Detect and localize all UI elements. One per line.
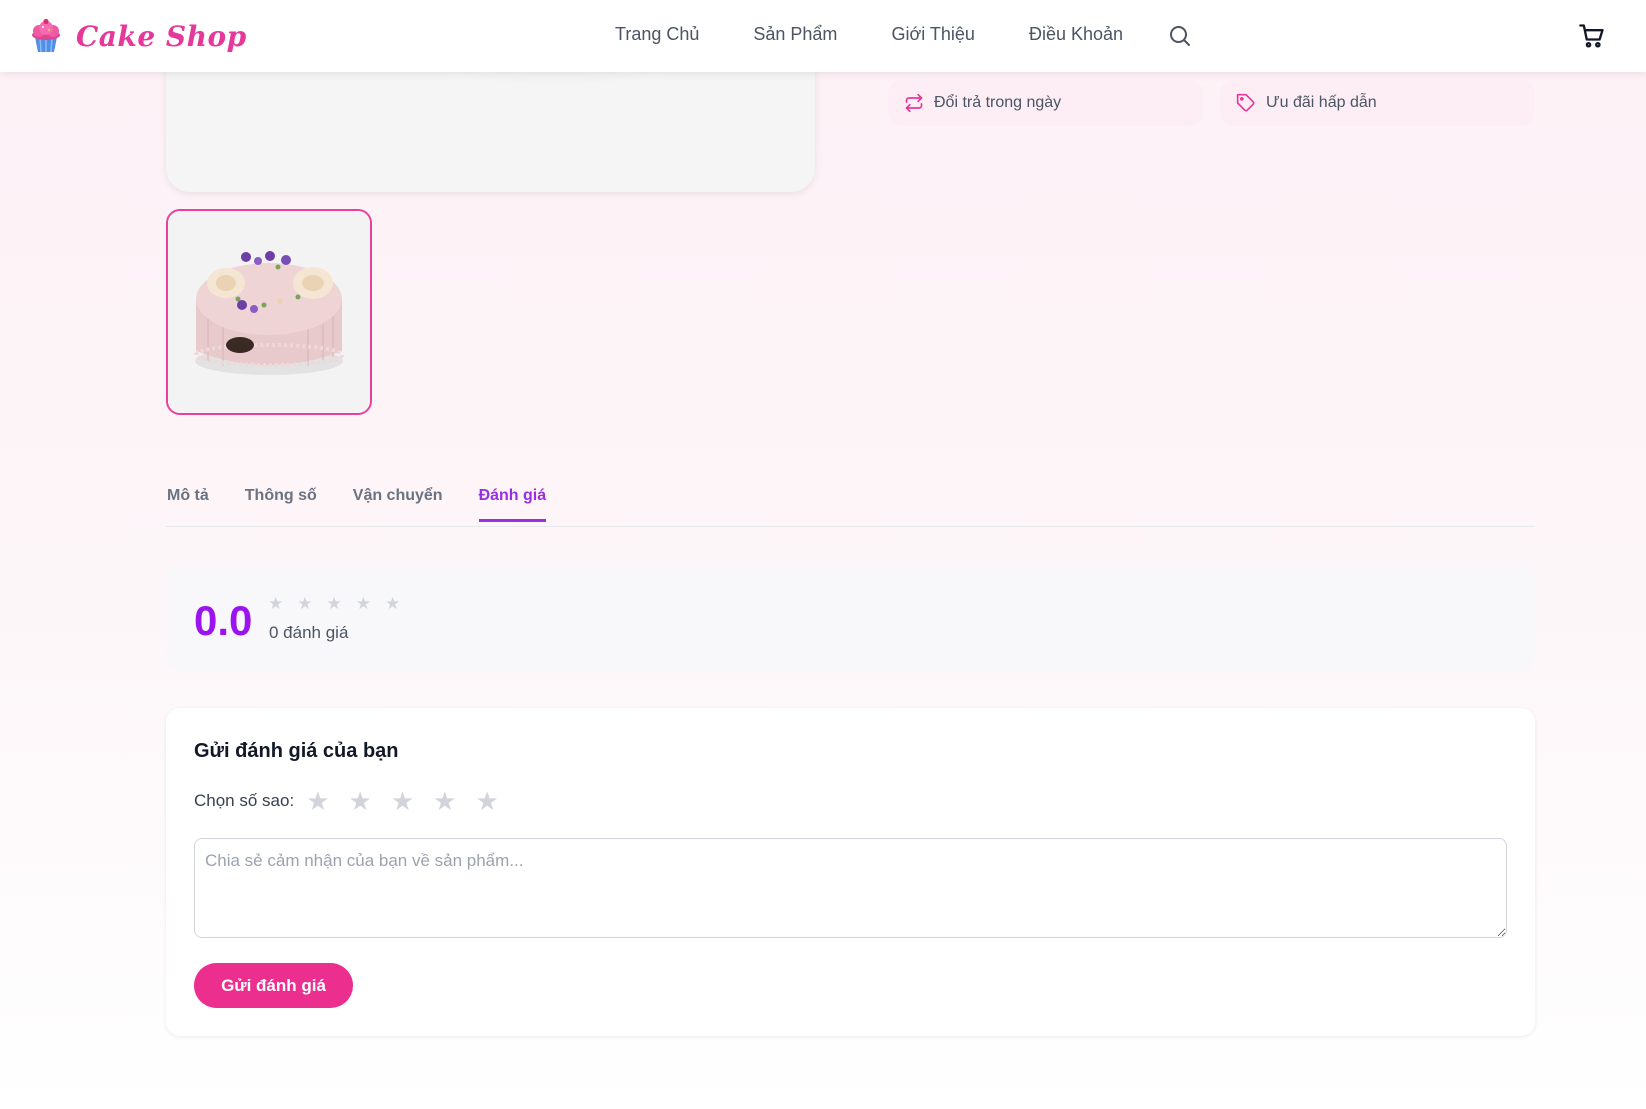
- tab-description[interactable]: Mô tả: [167, 487, 209, 522]
- feature-offer-label: Ưu đãi hấp dẫn: [1266, 94, 1377, 111]
- product-thumbnail[interactable]: [166, 209, 372, 415]
- brand-name: Cake Shop: [76, 19, 247, 53]
- star-picker: Chọn số sao: ★ ★ ★ ★ ★: [194, 788, 518, 814]
- main-nav: Trang Chủ Sản Phẩm Giới Thiệu Điều Khoản: [615, 24, 1177, 45]
- star-3-icon[interactable]: ★: [391, 788, 414, 814]
- star-picker-label: Chọn số sao:: [194, 791, 295, 810]
- star-icon: ★: [297, 594, 313, 613]
- brand-logo[interactable]: Cake Shop: [30, 18, 247, 54]
- star-4-icon[interactable]: ★: [433, 788, 456, 814]
- cupcake-icon: [30, 18, 62, 54]
- submit-review-button[interactable]: Gửi đánh giá: [194, 963, 353, 1008]
- site-header: Cake Shop Trang Chủ Sản Phẩm Giới Thiệu …: [0, 0, 1646, 72]
- feature-return-label: Đổi trả trong ngày: [934, 94, 1062, 111]
- tabs-divider: [166, 526, 1535, 527]
- search-icon[interactable]: [1168, 24, 1192, 48]
- tab-specs[interactable]: Thông số: [245, 487, 317, 522]
- star-icon: ★: [385, 594, 401, 613]
- tag-icon: [1236, 93, 1256, 113]
- star-icon: ★: [268, 594, 284, 613]
- rating-count: 0 đánh giá: [269, 623, 349, 642]
- feature-offer: Ưu đãi hấp dẫn: [1220, 80, 1535, 126]
- star-5-icon[interactable]: ★: [475, 788, 498, 814]
- cart-icon[interactable]: [1578, 22, 1606, 50]
- cake-image: [168, 211, 370, 413]
- star-1-icon[interactable]: ★: [306, 788, 329, 814]
- rating-stars: ★ ★ ★ ★ ★: [268, 595, 414, 612]
- review-textarea[interactable]: [194, 838, 1507, 938]
- rating-score: 0.0: [194, 597, 253, 644]
- nav-home[interactable]: Trang Chủ: [615, 24, 699, 45]
- product-tabs: Mô tả Thông số Vận chuyển Đánh giá: [167, 487, 582, 522]
- star-icon: ★: [326, 594, 342, 613]
- nav-terms[interactable]: Điều Khoản: [1029, 24, 1123, 45]
- star-icon: ★: [355, 594, 371, 613]
- nav-products[interactable]: Sản Phẩm: [753, 24, 837, 45]
- review-form: Gửi đánh giá của bạn Chọn số sao: ★ ★ ★ …: [166, 708, 1535, 1036]
- star-2-icon[interactable]: ★: [349, 788, 372, 814]
- tab-reviews[interactable]: Đánh giá: [478, 487, 547, 522]
- nav-about[interactable]: Giới Thiệu: [891, 24, 975, 45]
- review-form-title: Gửi đánh giá của bạn: [194, 740, 399, 762]
- exchange-arrows-icon: [904, 93, 924, 113]
- tab-shipping[interactable]: Vận chuyển: [353, 487, 443, 522]
- feature-return: Đổi trả trong ngày: [888, 80, 1203, 126]
- rating-summary: 0.0 ★ ★ ★ ★ ★ 0 đánh giá: [166, 565, 1535, 672]
